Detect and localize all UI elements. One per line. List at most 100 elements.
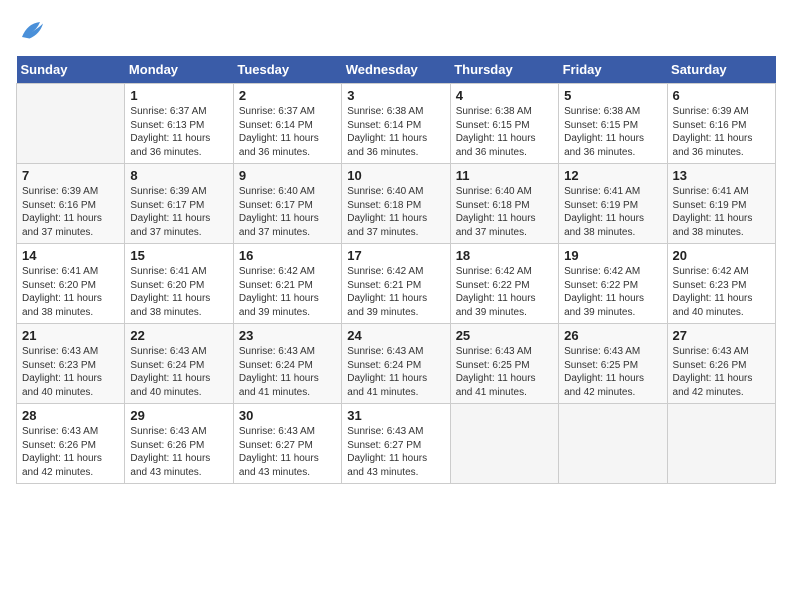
calendar-cell: 12 Sunrise: 6:41 AM Sunset: 6:19 PM Dayli… xyxy=(559,164,667,244)
calendar-cell xyxy=(450,404,558,484)
day-number: 28 xyxy=(22,408,119,423)
calendar-cell: 2 Sunrise: 6:37 AM Sunset: 6:14 PM Daylig… xyxy=(233,84,341,164)
calendar-cell: 31Sunrise: 6:43 AM Sunset: 6:27 PM Dayli… xyxy=(342,404,450,484)
calendar-cell: 23 Sunrise: 6:43 AM Sunset: 6:24 PM Dayli… xyxy=(233,324,341,404)
cell-content: Sunrise: 6:39 AM Sunset: 6:16 PM Dayligh… xyxy=(22,185,119,239)
calendar-cell: 9Sunrise: 6:40 AM Sunset: 6:17 PM Daylig… xyxy=(233,164,341,244)
cell-content: Sunrise: 6:42 AM Sunset: 6:21 PM Dayligh… xyxy=(347,265,444,319)
cell-content: Sunrise: 6:41 AM Sunset: 6:19 PM Dayligh… xyxy=(564,185,661,239)
cell-content: Sunrise: 6:39 AM Sunset: 6:16 PM Dayligh… xyxy=(673,105,770,159)
day-number: 22 xyxy=(130,328,227,343)
day-number: 19 xyxy=(564,248,661,263)
day-number: 17 xyxy=(347,248,444,263)
week-row-2: 7 Sunrise: 6:39 AM Sunset: 6:16 PM Daylig… xyxy=(17,164,776,244)
calendar-cell: 22 Sunrise: 6:43 AM Sunset: 6:24 PM Dayli… xyxy=(125,324,233,404)
day-number: 24 xyxy=(347,328,444,343)
logo-icon xyxy=(16,16,46,46)
calendar-cell: 28 Sunrise: 6:43 AM Sunset: 6:26 PM Dayli… xyxy=(17,404,125,484)
cell-content: Sunrise: 6:38 AM Sunset: 6:14 PM Dayligh… xyxy=(347,105,444,159)
day-header-sunday: Sunday xyxy=(17,56,125,84)
cell-content: Sunrise: 6:43 AM Sunset: 6:25 PM Dayligh… xyxy=(564,345,661,399)
cell-content: Sunrise: 6:42 AM Sunset: 6:22 PM Dayligh… xyxy=(456,265,553,319)
day-number: 6 xyxy=(673,88,770,103)
cell-content: Sunrise: 6:41 AM Sunset: 6:20 PM Dayligh… xyxy=(130,265,227,319)
calendar-cell: 5 Sunrise: 6:38 AM Sunset: 6:15 PM Daylig… xyxy=(559,84,667,164)
cell-content: Sunrise: 6:42 AM Sunset: 6:23 PM Dayligh… xyxy=(673,265,770,319)
day-number: 31 xyxy=(347,408,444,423)
week-row-5: 28 Sunrise: 6:43 AM Sunset: 6:26 PM Dayli… xyxy=(17,404,776,484)
day-number: 26 xyxy=(564,328,661,343)
calendar-cell xyxy=(667,404,775,484)
calendar-cell: 7 Sunrise: 6:39 AM Sunset: 6:16 PM Daylig… xyxy=(17,164,125,244)
cell-content: Sunrise: 6:43 AM Sunset: 6:24 PM Dayligh… xyxy=(239,345,336,399)
day-number: 10 xyxy=(347,168,444,183)
day-number: 8 xyxy=(130,168,227,183)
cell-content: Sunrise: 6:43 AM Sunset: 6:24 PM Dayligh… xyxy=(130,345,227,399)
day-number: 23 xyxy=(239,328,336,343)
day-header-tuesday: Tuesday xyxy=(233,56,341,84)
cell-content: Sunrise: 6:38 AM Sunset: 6:15 PM Dayligh… xyxy=(564,105,661,159)
header-row: SundayMondayTuesdayWednesdayThursdayFrid… xyxy=(17,56,776,84)
calendar-cell: 10 Sunrise: 6:40 AM Sunset: 6:18 PM Dayli… xyxy=(342,164,450,244)
day-number: 16 xyxy=(239,248,336,263)
cell-content: Sunrise: 6:43 AM Sunset: 6:24 PM Dayligh… xyxy=(347,345,444,399)
day-number: 12 xyxy=(564,168,661,183)
calendar-cell: 27 Sunrise: 6:43 AM Sunset: 6:26 PM Dayli… xyxy=(667,324,775,404)
calendar-cell xyxy=(559,404,667,484)
day-header-thursday: Thursday xyxy=(450,56,558,84)
calendar-cell: 8 Sunrise: 6:39 AM Sunset: 6:17 PM Daylig… xyxy=(125,164,233,244)
calendar-cell: 16 Sunrise: 6:42 AM Sunset: 6:21 PM Dayli… xyxy=(233,244,341,324)
cell-content: Sunrise: 6:43 AM Sunset: 6:23 PM Dayligh… xyxy=(22,345,119,399)
day-number: 4 xyxy=(456,88,553,103)
calendar-cell: 11Sunrise: 6:40 AM Sunset: 6:18 PM Dayli… xyxy=(450,164,558,244)
calendar-cell: 24 Sunrise: 6:43 AM Sunset: 6:24 PM Dayli… xyxy=(342,324,450,404)
calendar-cell: 1 Sunrise: 6:37 AM Sunset: 6:13 PM Daylig… xyxy=(125,84,233,164)
day-number: 20 xyxy=(673,248,770,263)
calendar-cell: 19 Sunrise: 6:42 AM Sunset: 6:22 PM Dayli… xyxy=(559,244,667,324)
day-number: 30 xyxy=(239,408,336,423)
calendar-cell: 14 Sunrise: 6:41 AM Sunset: 6:20 PM Dayli… xyxy=(17,244,125,324)
calendar-cell: 26 Sunrise: 6:43 AM Sunset: 6:25 PM Dayli… xyxy=(559,324,667,404)
day-number: 15 xyxy=(130,248,227,263)
cell-content: Sunrise: 6:37 AM Sunset: 6:13 PM Dayligh… xyxy=(130,105,227,159)
day-header-saturday: Saturday xyxy=(667,56,775,84)
week-row-4: 21 Sunrise: 6:43 AM Sunset: 6:23 PM Dayli… xyxy=(17,324,776,404)
calendar-cell: 6 Sunrise: 6:39 AM Sunset: 6:16 PM Daylig… xyxy=(667,84,775,164)
day-number: 27 xyxy=(673,328,770,343)
cell-content: Sunrise: 6:43 AM Sunset: 6:26 PM Dayligh… xyxy=(673,345,770,399)
cell-content: Sunrise: 6:38 AM Sunset: 6:15 PM Dayligh… xyxy=(456,105,553,159)
calendar-table: SundayMondayTuesdayWednesdayThursdayFrid… xyxy=(16,56,776,484)
calendar-cell: 29Sunrise: 6:43 AM Sunset: 6:26 PM Dayli… xyxy=(125,404,233,484)
day-number: 5 xyxy=(564,88,661,103)
calendar-cell: 18Sunrise: 6:42 AM Sunset: 6:22 PM Dayli… xyxy=(450,244,558,324)
calendar-cell xyxy=(17,84,125,164)
calendar-cell: 15 Sunrise: 6:41 AM Sunset: 6:20 PM Dayli… xyxy=(125,244,233,324)
cell-content: Sunrise: 6:43 AM Sunset: 6:26 PM Dayligh… xyxy=(130,425,227,479)
cell-content: Sunrise: 6:42 AM Sunset: 6:22 PM Dayligh… xyxy=(564,265,661,319)
page-header xyxy=(16,16,776,46)
calendar-cell: 30 Sunrise: 6:43 AM Sunset: 6:27 PM Dayli… xyxy=(233,404,341,484)
calendar-cell: 25Sunrise: 6:43 AM Sunset: 6:25 PM Dayli… xyxy=(450,324,558,404)
day-number: 1 xyxy=(130,88,227,103)
day-number: 14 xyxy=(22,248,119,263)
cell-content: Sunrise: 6:43 AM Sunset: 6:25 PM Dayligh… xyxy=(456,345,553,399)
day-number: 7 xyxy=(22,168,119,183)
week-row-1: 1 Sunrise: 6:37 AM Sunset: 6:13 PM Daylig… xyxy=(17,84,776,164)
cell-content: Sunrise: 6:42 AM Sunset: 6:21 PM Dayligh… xyxy=(239,265,336,319)
cell-content: Sunrise: 6:43 AM Sunset: 6:26 PM Dayligh… xyxy=(22,425,119,479)
day-number: 21 xyxy=(22,328,119,343)
cell-content: Sunrise: 6:41 AM Sunset: 6:20 PM Dayligh… xyxy=(22,265,119,319)
day-header-monday: Monday xyxy=(125,56,233,84)
cell-content: Sunrise: 6:39 AM Sunset: 6:17 PM Dayligh… xyxy=(130,185,227,239)
day-header-friday: Friday xyxy=(559,56,667,84)
day-number: 11 xyxy=(456,168,553,183)
calendar-cell: 21 Sunrise: 6:43 AM Sunset: 6:23 PM Dayli… xyxy=(17,324,125,404)
cell-content: Sunrise: 6:40 AM Sunset: 6:18 PM Dayligh… xyxy=(347,185,444,239)
cell-content: Sunrise: 6:37 AM Sunset: 6:14 PM Dayligh… xyxy=(239,105,336,159)
calendar-cell: 17 Sunrise: 6:42 AM Sunset: 6:21 PM Dayli… xyxy=(342,244,450,324)
calendar-cell: 4 Sunrise: 6:38 AM Sunset: 6:15 PM Daylig… xyxy=(450,84,558,164)
day-number: 2 xyxy=(239,88,336,103)
day-number: 9 xyxy=(239,168,336,183)
logo xyxy=(16,16,50,46)
cell-content: Sunrise: 6:43 AM Sunset: 6:27 PM Dayligh… xyxy=(239,425,336,479)
